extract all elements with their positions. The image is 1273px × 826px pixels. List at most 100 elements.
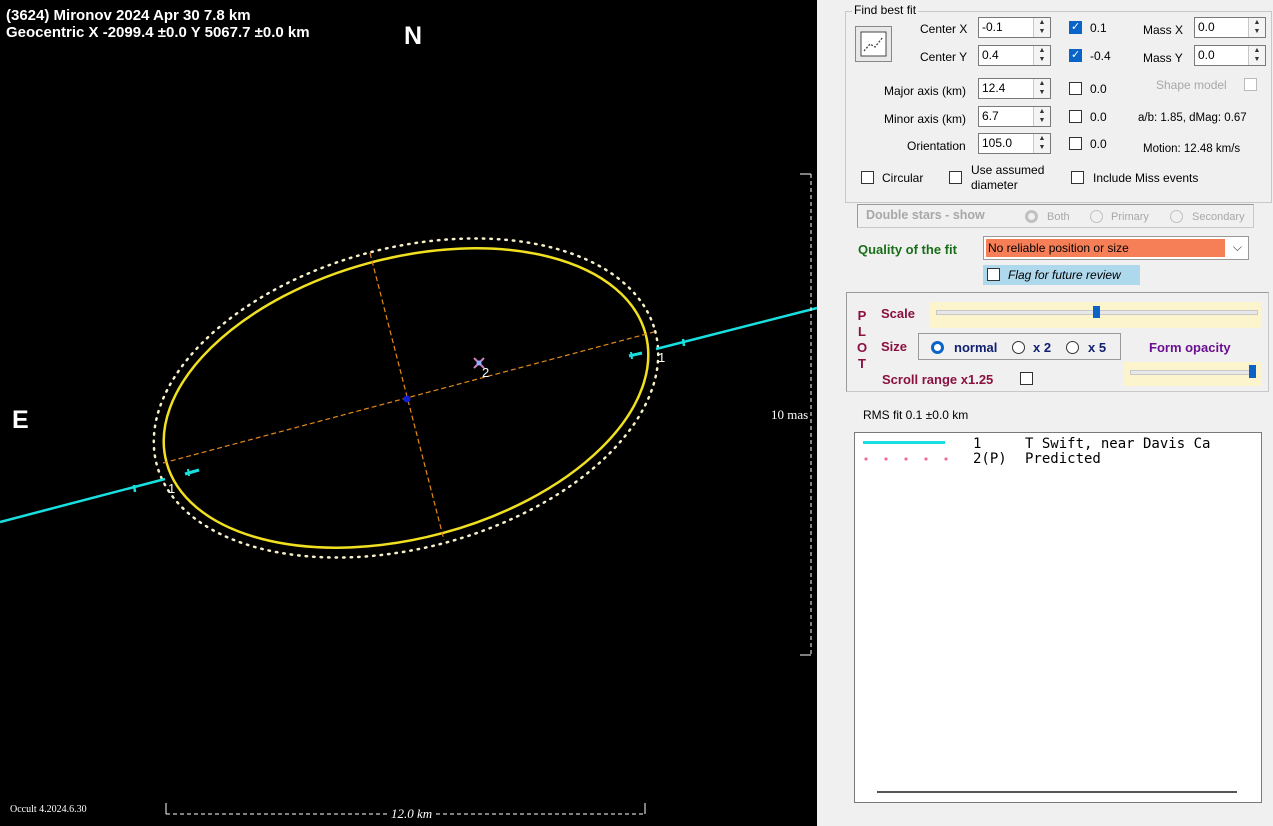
events-legend-list[interactable]: 1 T Swift, near Davis Ca 2(P) Predicted — [854, 432, 1262, 803]
spin-arrows-icon[interactable]: ▲ ▼ — [1033, 107, 1050, 126]
plot-letter-t: T — [858, 356, 866, 371]
minor-axis-input[interactable]: 6.7 ▲ ▼ — [978, 106, 1051, 127]
major-axis-value: 12.4 — [982, 81, 1006, 95]
plot-letter-o: O — [856, 340, 868, 355]
major-axis-label: Major axis (km) — [884, 84, 967, 98]
center-x-check-label: 0.1 — [1090, 21, 1107, 35]
chevron-down-icon: ⌵ — [1232, 240, 1242, 254]
flag-review-label: Flag for future review — [1008, 268, 1121, 282]
occultation-plot — [0, 0, 828, 826]
point-label-2: 2 — [482, 365, 490, 380]
scale-label: Scale — [881, 306, 915, 321]
scale-km-label: 12.0 km — [391, 806, 433, 821]
rms-fit-text: RMS fit 0.1 ±0.0 km — [863, 408, 969, 422]
size-normal-label: normal — [954, 340, 998, 355]
plot-letter-p: P — [857, 308, 867, 323]
size-label: Size — [881, 339, 908, 354]
center-x-checkbox[interactable] — [1069, 20, 1082, 34]
chord-label-right: 1 — [658, 350, 666, 365]
center-y-input[interactable]: 0.4 ▲ ▼ — [978, 45, 1051, 66]
form-opacity-slider[interactable] — [1124, 362, 1261, 386]
center-y-check-label: -0.4 — [1090, 49, 1111, 63]
both-label: Both — [1047, 211, 1070, 223]
plot-background — [0, 0, 817, 826]
orientation-check-label: 0.0 — [1090, 137, 1107, 151]
plot-title-line2: Geocentric X -2099.4 ±0.0 Y 5067.7 ±0.0 … — [6, 24, 310, 41]
mass-x-input[interactable]: 0.0 ▲ ▼ — [1194, 17, 1266, 38]
quality-value-box: No reliable position or size — [986, 239, 1225, 257]
center-point — [403, 395, 411, 403]
legend-text-1: T Swift, near Davis Ca — [1025, 436, 1211, 452]
quality-dropdown[interactable]: No reliable position or size ⌵ — [983, 236, 1249, 260]
size-normal-radio[interactable] — [931, 341, 944, 354]
include-miss-events-checkbox[interactable] — [1071, 171, 1084, 184]
orientation-value: 105.0 — [982, 136, 1013, 150]
secondary-radio[interactable] — [1170, 210, 1183, 223]
plot-letters: P L O T — [856, 308, 868, 372]
motion-text: Motion: 12.48 km/s — [1143, 143, 1241, 155]
orientation-checkbox[interactable] — [1069, 137, 1082, 150]
spin-arrows-icon[interactable]: ▲ ▼ — [1033, 79, 1050, 98]
mass-y-input[interactable]: 0.0 ▲ ▼ — [1194, 45, 1266, 66]
center-y-checkbox[interactable] — [1069, 48, 1082, 62]
orientation-label: Orientation — [907, 139, 966, 153]
shape-model-checkbox[interactable] — [1244, 78, 1257, 91]
minor-axis-checkbox[interactable] — [1069, 110, 1082, 123]
legend-text-2: Predicted — [1025, 451, 1101, 467]
major-axis-input[interactable]: 12.4 ▲ ▼ — [978, 78, 1051, 99]
assumed-line1: Use assumed — [971, 163, 1045, 177]
legend-num-1: 1 — [973, 436, 982, 452]
plot-area[interactable]: (3624) Mironov 2024 Apr 30 7.8 km Geocen… — [0, 0, 828, 826]
spin-arrows-icon[interactable]: ▲ ▼ — [1033, 18, 1050, 37]
minor-axis-label: Minor axis (km) — [884, 112, 967, 126]
ab-ratio-text: a/b: 1.85, dMag: 0.67 — [1138, 112, 1247, 124]
center-y-label: Center Y — [920, 50, 968, 64]
legend-dots-swatch — [864, 457, 948, 461]
horizontal-scrollbar[interactable] — [877, 791, 1237, 793]
circular-checkbox[interactable] — [861, 171, 874, 184]
spin-arrows-icon[interactable]: ▲ ▼ — [1248, 46, 1265, 65]
scale-slider[interactable] — [930, 302, 1261, 328]
size-x2-radio[interactable] — [1012, 341, 1025, 354]
scroll-range-checkbox[interactable] — [1020, 372, 1033, 385]
flag-review-checkbox[interactable] — [987, 268, 1000, 281]
find-best-fit-title: Find best fit — [852, 3, 919, 17]
both-radio[interactable] — [1025, 210, 1038, 223]
major-axis-checkbox[interactable] — [1069, 82, 1082, 95]
scroll-range-label: Scroll range x1.25 — [882, 372, 994, 387]
spin-arrows-icon[interactable]: ▲ ▼ — [1033, 134, 1050, 153]
center-x-label: Center X — [920, 22, 968, 36]
spin-arrows-icon[interactable]: ▲ ▼ — [1033, 46, 1050, 65]
plot-title-line1: (3624) Mironov 2024 Apr 30 7.8 km — [6, 7, 251, 24]
mass-x-value: 0.0 — [1198, 20, 1215, 34]
quality-value: No reliable position or size — [988, 241, 1129, 255]
mass-y-value: 0.0 — [1198, 48, 1215, 62]
form-opacity-slider-thumb[interactable] — [1249, 365, 1256, 378]
double-stars-label: Double stars - show — [866, 208, 985, 222]
control-panel: Find best fit Center X -0.1 ▲▼ 0.1 Cente… — [828, 0, 1273, 826]
use-assumed-diameter-checkbox[interactable] — [949, 171, 962, 184]
quality-label: Quality of the fit — [858, 242, 957, 257]
north-label: N — [404, 22, 423, 50]
shape-model-label: Shape model — [1156, 78, 1227, 92]
include-miss-events-label: Include Miss events — [1093, 171, 1199, 185]
assumed-line2: diameter — [971, 178, 1018, 192]
mass-y-label: Mass Y — [1143, 51, 1183, 65]
minor-axis-value: 6.7 — [982, 109, 999, 123]
spin-arrows-icon[interactable]: ▲ ▼ — [1248, 18, 1265, 37]
size-x5-label: x 5 — [1088, 340, 1107, 355]
secondary-label: Secondary — [1192, 211, 1245, 223]
circular-label: Circular — [882, 171, 924, 185]
primary-label: Primary — [1111, 211, 1149, 223]
chord-label-left: 1 — [168, 481, 176, 496]
version-label: Occult 4.2024.6.30 — [10, 804, 87, 815]
orientation-input[interactable]: 105.0 ▲ ▼ — [978, 133, 1051, 154]
find-best-fit-button[interactable] — [855, 26, 892, 62]
legend-num-2: 2(P) — [973, 451, 1007, 467]
mass-x-label: Mass X — [1143, 23, 1184, 37]
primary-radio[interactable] — [1090, 210, 1103, 223]
center-x-input[interactable]: -0.1 ▲ ▼ — [978, 17, 1051, 38]
scale-slider-thumb[interactable] — [1093, 306, 1100, 318]
east-label: E — [12, 406, 29, 434]
size-x5-radio[interactable] — [1066, 341, 1079, 354]
